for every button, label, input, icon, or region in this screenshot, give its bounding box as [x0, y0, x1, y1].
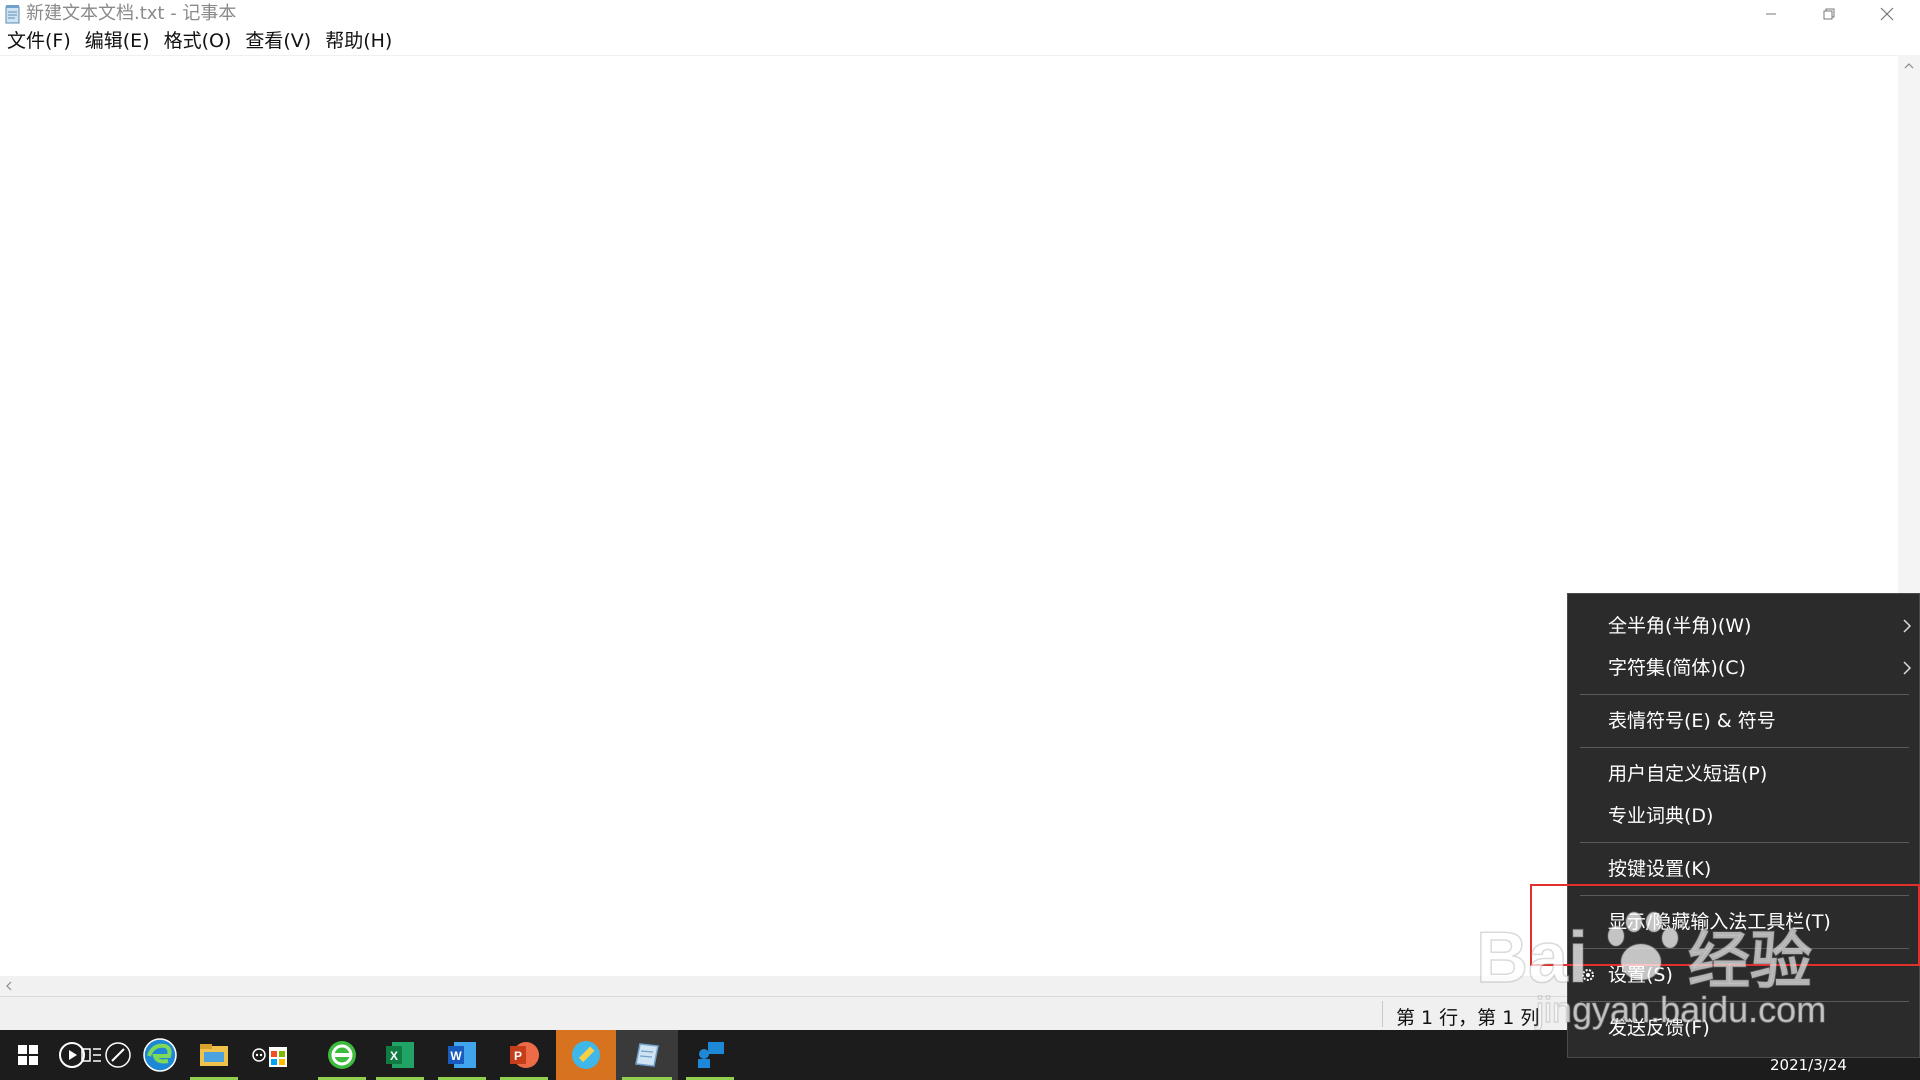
- menu-item-label: 全半角(半角)(W): [1608, 615, 1752, 637]
- menu-format[interactable]: 格式(O): [157, 28, 239, 55]
- notepad-taskbar-icon: [635, 1043, 659, 1067]
- chevron-right-icon: [1903, 661, 1912, 675]
- close-icon: [1880, 7, 1894, 21]
- menu-item-label: 发送反馈(F): [1608, 1017, 1710, 1039]
- powerpoint-button[interactable]: P: [496, 1030, 552, 1080]
- menu-item-dictionary[interactable]: 专业词典(D): [1568, 796, 1920, 836]
- menu-item-charset[interactable]: 字符集(简体)(C): [1568, 648, 1920, 688]
- menu-file[interactable]: 文件(F): [0, 28, 78, 55]
- menu-item-user-phrases[interactable]: 用户自定义短语(P): [1568, 754, 1920, 794]
- title-bar: 新建文本文档.txt - 记事本: [0, 0, 1920, 28]
- notepad-icon: [5, 5, 20, 24]
- excel-button[interactable]: X: [372, 1030, 428, 1080]
- menu-separator: [1580, 1001, 1909, 1002]
- menu-bar: 文件(F) 编辑(E) 格式(O) 查看(V) 帮助(H): [0, 28, 1920, 55]
- excel-icon: X: [386, 1042, 414, 1068]
- notepad-taskbar-button[interactable]: [616, 1030, 678, 1080]
- scroll-left-icon[interactable]: [4, 981, 14, 991]
- task-view-icon: [81, 1048, 101, 1062]
- menu-separator: [1580, 694, 1909, 695]
- minimize-icon: [1766, 13, 1776, 15]
- menu-view[interactable]: 查看(V): [238, 28, 318, 55]
- menu-help[interactable]: 帮助(H): [318, 28, 399, 55]
- word-icon: W: [448, 1042, 476, 1068]
- menu-item-label: 专业词典(D): [1608, 805, 1714, 827]
- gear-icon: [1582, 969, 1594, 981]
- menu-item-feedback[interactable]: 发送反馈(F): [1568, 1008, 1920, 1048]
- ime-context-menu: 全半角(半角)(W) 字符集(简体)(C) 表情符号(E) & 符号 用户自定义…: [1567, 593, 1920, 1058]
- edge-browser-button[interactable]: [134, 1030, 186, 1080]
- cursor-position: 第 1 行，第 1 列: [1396, 1007, 1540, 1029]
- file-explorer-button[interactable]: [186, 1030, 242, 1080]
- menu-edit[interactable]: 编辑(E): [78, 28, 157, 55]
- highlight-box: [1530, 884, 1920, 966]
- powerpoint-icon: P: [510, 1042, 539, 1068]
- browser-360-icon: [328, 1041, 356, 1069]
- svg-text:W: W: [450, 1049, 462, 1063]
- edge-browser-icon: [143, 1038, 177, 1072]
- chevron-right-icon: [1903, 619, 1912, 633]
- word-button[interactable]: W: [434, 1030, 490, 1080]
- notepad-screen: 新建文本文档.txt - 记事本 文件(F) 编辑(E) 格式(O) 查看(V)…: [0, 0, 1920, 1080]
- close-button[interactable]: [1858, 0, 1916, 28]
- restore-button[interactable]: [1800, 0, 1858, 28]
- pencil-app-icon: [572, 1041, 600, 1069]
- store-button[interactable]: [242, 1030, 298, 1080]
- menu-item-label: 按键设置(K): [1608, 858, 1712, 880]
- menu-separator: [1580, 747, 1909, 748]
- pen-icon: [105, 1042, 131, 1068]
- menu-item-key-settings[interactable]: 按键设置(K): [1568, 849, 1920, 889]
- menu-separator: [1580, 842, 1909, 843]
- pen-button[interactable]: [100, 1030, 136, 1080]
- folder-icon: [200, 1044, 228, 1066]
- status-divider: [1382, 1001, 1383, 1027]
- teamviewer-button[interactable]: [682, 1030, 738, 1080]
- minimize-button[interactable]: [1742, 0, 1800, 28]
- tray-date[interactable]: 2021/3/24: [1770, 1056, 1847, 1074]
- svg-text:P: P: [514, 1049, 522, 1063]
- remote-app-icon: [698, 1042, 724, 1068]
- menu-item-fullwidth[interactable]: 全半角(半角)(W): [1568, 606, 1920, 646]
- 360-browser-button[interactable]: [314, 1030, 370, 1080]
- drawing-app-button[interactable]: [556, 1030, 616, 1080]
- menu-item-emoji[interactable]: 表情符号(E) & 符号: [1568, 701, 1920, 741]
- windows-logo-icon: [18, 1045, 38, 1065]
- start-button[interactable]: [0, 1030, 56, 1080]
- menu-item-label: 用户自定义短语(P): [1608, 763, 1768, 785]
- svg-text:X: X: [390, 1049, 398, 1063]
- menu-item-label: 字符集(简体)(C): [1608, 657, 1746, 679]
- store-icon: [252, 1047, 287, 1067]
- menu-item-label: 表情符号(E) & 符号: [1608, 710, 1776, 732]
- scroll-up-icon[interactable]: [1904, 61, 1914, 71]
- window-title: 新建文本文档.txt - 记事本: [26, 3, 237, 24]
- restore-icon: [1823, 8, 1835, 20]
